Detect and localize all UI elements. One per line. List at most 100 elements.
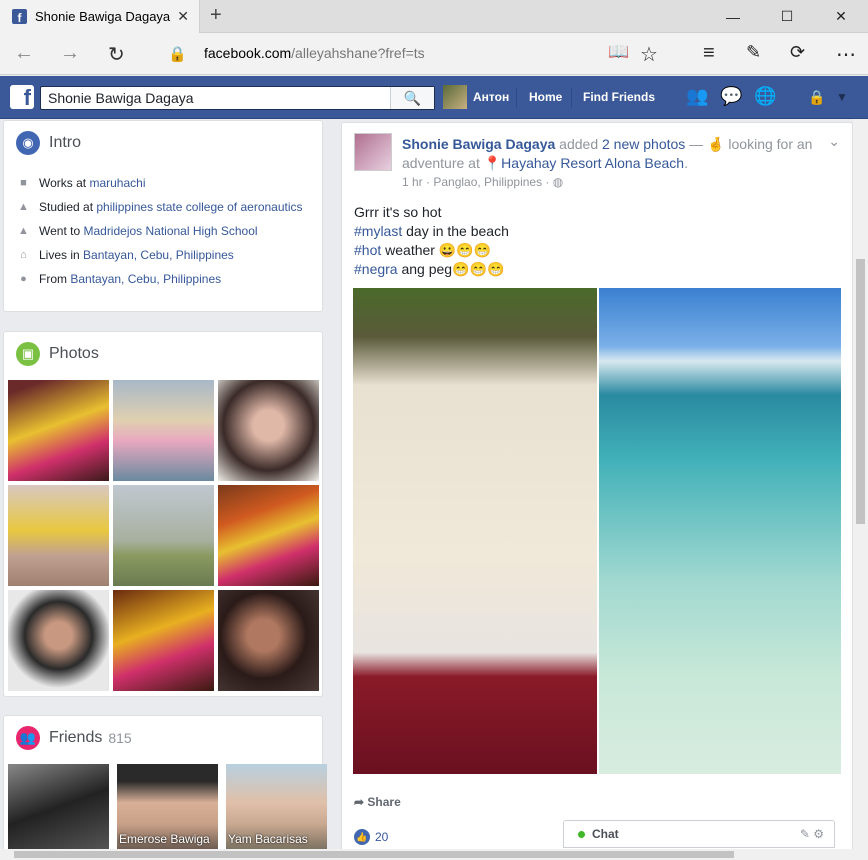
facebook-favicon-icon: f bbox=[12, 9, 27, 24]
intro-row-lives: ⌂ Lives in Bantayan, Cebu, Philippines bbox=[4, 243, 322, 267]
more-icon[interactable]: ⋯ bbox=[836, 42, 856, 67]
intro-link[interactable]: Madridejos National High School bbox=[83, 224, 257, 238]
photo-thumbnail[interactable] bbox=[218, 590, 319, 691]
photo-thumbnail[interactable] bbox=[113, 380, 214, 481]
post-place-link[interactable]: Hayahay Resort Alona Beach bbox=[501, 155, 684, 171]
post-photo-coconut[interactable] bbox=[353, 288, 597, 774]
photo-thumbnail[interactable] bbox=[8, 380, 109, 481]
friends-icon: 👥 bbox=[16, 726, 40, 750]
address-path: /alleyahshane?fref=ts bbox=[291, 45, 425, 61]
home-link[interactable]: Home bbox=[529, 90, 562, 104]
friends-grid: Emerose Bawiga Yam Bacarisas bbox=[8, 764, 327, 850]
post-place-suffix: . bbox=[684, 155, 688, 171]
web-note-icon[interactable]: ✎ bbox=[746, 42, 761, 63]
post-line-text: ang peg😁😁😁 bbox=[397, 261, 505, 277]
intro-link[interactable]: maruhachi bbox=[89, 176, 145, 190]
messages-icon[interactable]: 💬 bbox=[720, 86, 742, 107]
address-bar[interactable]: facebook.com/alleyahshane?fref=ts bbox=[204, 45, 425, 61]
friend-tile[interactable] bbox=[8, 764, 109, 850]
feeling-icon: 🤞 bbox=[707, 136, 729, 152]
search-icon[interactable]: 🔍 bbox=[390, 87, 434, 109]
refresh-icon[interactable]: ↻ bbox=[108, 42, 125, 67]
vertical-scrollbar[interactable] bbox=[853, 119, 868, 849]
share-arrow-icon: ➦ bbox=[354, 795, 368, 809]
public-globe-icon: ◍ bbox=[552, 175, 564, 189]
privacy-lock-icon[interactable]: 🔒 bbox=[808, 89, 825, 106]
tab-title: Shonie Bawiga Dagaya bbox=[35, 9, 171, 24]
maximize-button[interactable]: ☐ bbox=[760, 0, 814, 33]
notifications-globe-icon[interactable]: 🌐 bbox=[754, 86, 776, 107]
find-friends-link[interactable]: Find Friends bbox=[583, 90, 655, 104]
photo-thumbnail[interactable] bbox=[113, 485, 214, 586]
facebook-search[interactable]: Shonie Bawiga Dagaya 🔍 bbox=[40, 86, 435, 110]
chat-controls: ✎ ⚙ bbox=[800, 827, 824, 841]
friend-tile[interactable]: Emerose Bawiga bbox=[117, 764, 218, 850]
post-text: Grrr it's so hot #mylast day in the beac… bbox=[354, 203, 509, 279]
horizontal-scroll-thumb[interactable] bbox=[14, 851, 734, 858]
profile-link[interactable]: Антон bbox=[443, 85, 509, 109]
horizontal-scrollbar[interactable] bbox=[0, 849, 868, 860]
chat-bar[interactable]: Chat ✎ ⚙ bbox=[563, 820, 835, 848]
account-menu-chevron-down-icon[interactable]: ▼ bbox=[836, 90, 848, 104]
intro-label: Lives in bbox=[39, 248, 84, 262]
friends-count: 815 bbox=[108, 730, 132, 746]
intro-link[interactable]: Bantayan, Cebu, Philippines bbox=[70, 272, 221, 286]
post-author-name[interactable]: Shonie Bawiga Dagaya bbox=[402, 136, 555, 152]
friend-name: Emerose Bawiga bbox=[119, 832, 210, 846]
friend-tile[interactable]: Yam Bacarisas bbox=[226, 764, 327, 850]
share-icon[interactable]: ⟳ bbox=[790, 42, 805, 63]
minimize-button[interactable]: — bbox=[706, 0, 760, 33]
post-photos-link[interactable]: 2 new photos bbox=[602, 136, 685, 152]
intro-link[interactable]: philippines state college of aeronautics bbox=[96, 200, 302, 214]
intro-row-highschool: ▲ Went to Madridejos National High Schoo… bbox=[4, 219, 322, 243]
post-line: Grrr it's so hot bbox=[354, 204, 442, 220]
post-photo-beach[interactable] bbox=[599, 288, 841, 774]
photo-thumbnail[interactable] bbox=[113, 590, 214, 691]
lock-icon: 🔒 bbox=[168, 46, 187, 63]
location-pin-icon: 📍 bbox=[483, 155, 502, 171]
hub-menu-icon[interactable]: ≡ bbox=[703, 42, 715, 65]
intro-row-work: ■ Works at maruhachi bbox=[4, 171, 322, 195]
home-icon: ⌂ bbox=[20, 249, 27, 261]
photo-thumbnail[interactable] bbox=[8, 590, 109, 691]
new-tab-button[interactable]: + bbox=[210, 4, 222, 27]
intro-card: ◉ Intro ■ Works at maruhachi ▲ Studied a… bbox=[3, 120, 323, 312]
facebook-logo-icon[interactable]: f bbox=[10, 85, 34, 109]
photos-title[interactable]: Photos bbox=[49, 345, 99, 363]
divider bbox=[571, 88, 572, 108]
favorite-star-icon[interactable]: ☆ bbox=[640, 42, 658, 67]
post-author-avatar[interactable] bbox=[354, 133, 392, 171]
forward-arrow-icon[interactable]: → bbox=[60, 42, 80, 65]
photo-thumbnail[interactable] bbox=[218, 380, 319, 481]
intro-row-from: ● From Bantayan, Cebu, Philippines bbox=[4, 267, 322, 291]
school-icon: ▲ bbox=[18, 225, 29, 237]
tab-close-icon[interactable]: ✕ bbox=[177, 8, 189, 25]
friends-title[interactable]: Friends bbox=[49, 729, 102, 747]
feed-post: Shonie Bawiga Dagaya added 2 new photos … bbox=[341, 122, 853, 860]
hashtag-link[interactable]: #hot bbox=[354, 242, 381, 258]
search-input[interactable]: Shonie Bawiga Dagaya bbox=[41, 90, 390, 106]
hashtag-link[interactable]: #negra bbox=[354, 261, 398, 277]
close-window-button[interactable]: ✕ bbox=[814, 0, 868, 33]
vertical-scroll-thumb[interactable] bbox=[856, 259, 865, 524]
browser-tab-bar: f Shonie Bawiga Dagaya ✕ + — ☐ ✕ bbox=[0, 0, 868, 33]
intro-link[interactable]: Bantayan, Cebu, Philippines bbox=[83, 248, 234, 262]
hashtag-link[interactable]: #mylast bbox=[354, 223, 402, 239]
reading-view-icon[interactable]: 📖 bbox=[608, 42, 629, 62]
reactions-summary[interactable]: 👍 20 bbox=[354, 829, 388, 845]
share-button[interactable]: ➦ Share bbox=[354, 795, 401, 809]
photo-thumbnail[interactable] bbox=[8, 485, 109, 586]
gear-icon[interactable]: ⚙ bbox=[813, 827, 824, 841]
post-timestamp[interactable]: 1 hr · Panglao, Philippines · bbox=[402, 175, 549, 189]
window-controls: — ☐ ✕ bbox=[706, 0, 868, 33]
post-line-text: day in the beach bbox=[402, 223, 509, 239]
back-arrow-icon[interactable]: ← bbox=[14, 42, 34, 65]
user-name: Антон bbox=[473, 90, 510, 104]
post-header: Shonie Bawiga Dagaya added 2 new photos … bbox=[402, 135, 822, 173]
post-options-chevron-down-icon[interactable]: ⌄ bbox=[828, 133, 840, 150]
photo-thumbnail[interactable] bbox=[218, 485, 319, 586]
compose-icon[interactable]: ✎ bbox=[800, 827, 810, 841]
friend-requests-icon[interactable]: 👥 bbox=[686, 86, 708, 107]
browser-tab[interactable]: f Shonie Bawiga Dagaya ✕ bbox=[0, 0, 200, 33]
post-line: #negra ang peg😁😁😁 bbox=[354, 260, 509, 279]
